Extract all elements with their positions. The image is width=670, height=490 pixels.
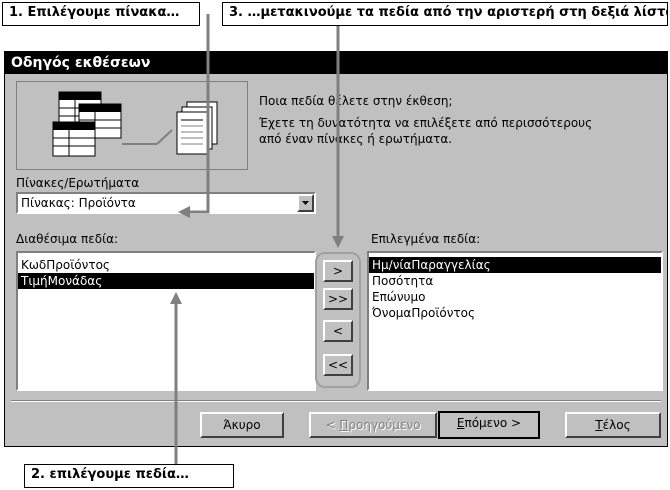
selected-fields-list[interactable]: Ημ/νίαΠαραγγελίας Ποσότητα Επώνυμο Όνομα… (367, 251, 663, 391)
callout-step-2-text: 2. επιλέγουμε πεδία… (31, 467, 189, 482)
callout-step-1: 1. Επιλέγουμε πίνακα… (2, 2, 200, 26)
cancel-button-label: Άκυρο (223, 418, 261, 432)
next-button-rest: πόμενο > (464, 416, 522, 430)
move-all-right-button[interactable]: >> (323, 288, 353, 310)
info-text-line1: Έχετε τη δυνατότητα να επιλέξετε από περ… (259, 116, 593, 130)
move-one-right-button[interactable]: > (323, 260, 353, 282)
tables-queries-select[interactable]: Πίνακας: Προϊόντα (16, 192, 316, 214)
list-item-selected-0[interactable]: Ημ/νίαΠαραγγελίας (369, 257, 661, 273)
finish-button-rest: έλος (602, 418, 631, 432)
back-button-rest: ροηγούμενο (348, 418, 421, 432)
available-fields-list[interactable]: ΚωδΠροϊόντος ΤιμήΜονάδας (16, 251, 316, 391)
selected-fields-label: Επιλεγμένα πεδία: (371, 232, 481, 246)
list-item-selected-3[interactable]: ΌνομαΠροϊόντος (369, 305, 661, 321)
list-item-available-1[interactable]: ΤιμήΜονάδας (18, 273, 314, 289)
list-item-selected-2[interactable]: Επώνυμο (369, 289, 661, 305)
wizard-illustration (16, 81, 248, 170)
next-button[interactable]: Επόμενο > (438, 411, 540, 439)
dropdown-arrow-button[interactable] (297, 194, 314, 212)
chevron-down-icon (302, 201, 309, 205)
callout-step-2: 2. επιλέγουμε πεδία… (24, 464, 234, 488)
cancel-button[interactable]: Άκυρο (200, 412, 284, 438)
info-text-line2: από έναν πίνακες ή ερωτήματα. (259, 132, 453, 146)
tables-queries-select-value: Πίνακας: Προϊόντα (21, 196, 136, 210)
callout-step-3-text: 3. …μετακινούμε τα πεδία από την αριστερ… (229, 5, 668, 20)
callout-step-3: 3. …μετακινούμε τα πεδία από την αριστερ… (222, 2, 668, 26)
available-fields-label: Διαθέσιμα πεδία: (16, 232, 119, 246)
back-button-prefix: < (325, 418, 340, 432)
dialog-titlebar: Οδηγός εκθέσεων (5, 52, 667, 74)
dialog-title: Οδηγός εκθέσεων (11, 55, 151, 71)
back-button[interactable]: < Προηγούμενο (309, 412, 437, 438)
tables-to-report-illustration-icon (52, 91, 218, 157)
list-item-available-0[interactable]: ΚωδΠροϊόντος (18, 257, 314, 273)
move-one-left-button[interactable]: < (323, 320, 353, 342)
finish-button-hotkey: Τ (595, 418, 603, 432)
move-all-left-button[interactable]: << (323, 354, 353, 376)
tables-queries-label: Πίνακες/Ερωτήματα (16, 176, 140, 190)
list-item-selected-1[interactable]: Ποσότητα (369, 273, 661, 289)
finish-button[interactable]: Τέλος (565, 412, 661, 438)
question-text: Ποια πεδία θέλετε στην έκθεση; (259, 94, 453, 108)
callout-step-1-text: 1. Επιλέγουμε πίνακα… (9, 5, 180, 20)
separator (11, 400, 661, 402)
report-wizard-dialog: Οδηγός εκθέσεων Ποια πεδία θέλετε στην έ… (4, 51, 668, 447)
